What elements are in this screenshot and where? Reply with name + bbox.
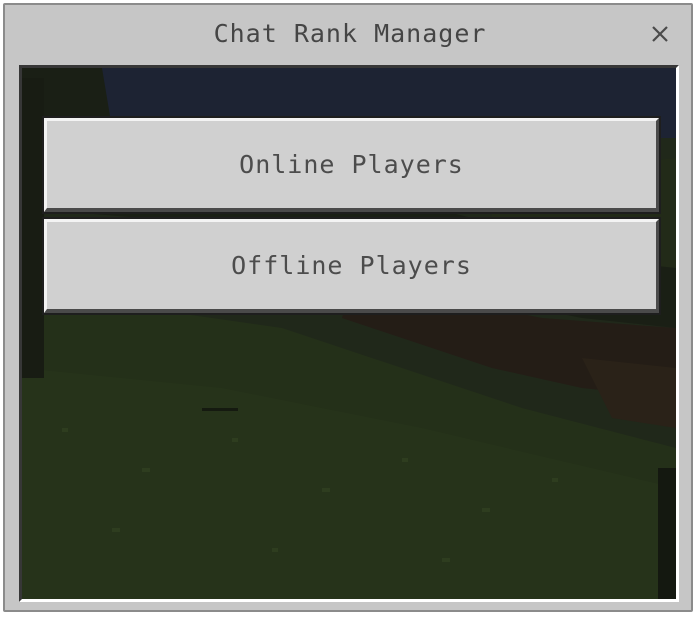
offline-players-label: Offline Players bbox=[231, 251, 472, 280]
online-players-button[interactable]: Online Players bbox=[42, 116, 661, 214]
online-players-label: Online Players bbox=[239, 150, 464, 179]
offline-players-button[interactable]: Offline Players bbox=[42, 217, 661, 315]
content-panel: Online Players Offline Players bbox=[19, 65, 679, 602]
window-title: Chat Rank Manager bbox=[213, 19, 487, 48]
dialog-window: Chat Rank Manager Online Players Offline… bbox=[3, 3, 693, 612]
close-icon[interactable] bbox=[649, 23, 671, 45]
